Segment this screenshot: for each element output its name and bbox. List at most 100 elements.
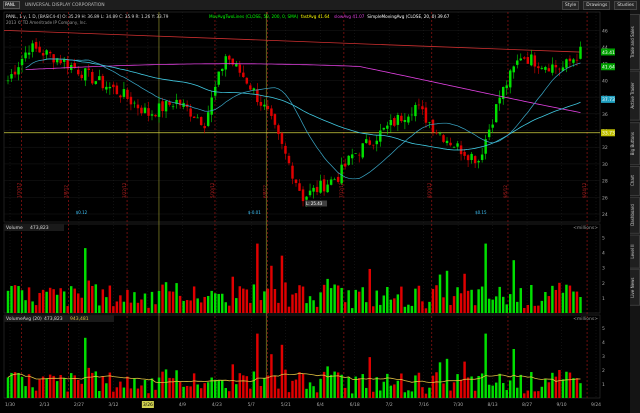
candle-body (161, 101, 164, 112)
candle-body (498, 97, 501, 104)
volavg-bar (301, 373, 305, 398)
volavg-bar (115, 387, 119, 398)
toolbar-style-button[interactable]: Style (561, 1, 580, 10)
volavg-bar (417, 372, 421, 398)
volavg-bar (470, 376, 473, 398)
volavg-units: <millions> (573, 316, 598, 322)
candle-body (463, 151, 466, 156)
event-label: 2/8/12 (63, 185, 68, 198)
sidebar-tab-active-trader[interactable]: Active Trader (629, 71, 640, 121)
volavg-bar (435, 372, 438, 398)
volavg-bar (575, 378, 579, 398)
volume-bar (386, 286, 389, 313)
volavg-bar (568, 372, 572, 398)
volume-bar (13, 285, 17, 313)
volume-bar (523, 307, 526, 313)
candle-body (575, 59, 579, 61)
volavg-bar (551, 372, 554, 398)
sidebar-tab-big-buttons[interactable]: Big Buttons (629, 121, 640, 165)
volavg-bar (530, 372, 533, 398)
volume-bar (280, 255, 284, 313)
volume-bar (73, 288, 76, 313)
volume-bar (365, 302, 368, 313)
volume-bar (62, 291, 66, 313)
candle-body (530, 54, 533, 66)
volume-bar (45, 291, 48, 313)
candle-body (20, 58, 24, 66)
candle-body (435, 132, 438, 134)
volume-bar (20, 290, 24, 313)
candle-body (24, 52, 27, 59)
candle-body (315, 186, 319, 193)
candle-body (66, 58, 69, 69)
volavg-bar (379, 390, 382, 398)
candle-body (540, 67, 544, 69)
volavg-bar (119, 381, 122, 398)
candle-body (365, 139, 368, 143)
candle-body (336, 176, 340, 182)
candle-body (224, 56, 227, 70)
candle-body (393, 118, 396, 126)
volume-bar (544, 292, 547, 313)
volavg-bar (84, 337, 87, 398)
candle-body (537, 66, 540, 69)
x-tick-label: 8/13 (488, 402, 498, 408)
candle-body (452, 147, 456, 148)
sidebar-tab-chart[interactable]: Chart (629, 165, 640, 196)
volavg-bar (361, 374, 364, 398)
sidebar-tab-trade-and-sales[interactable]: Trade and Sales (629, 14, 640, 70)
volavg-bar (484, 333, 487, 398)
volume-bar (263, 291, 266, 313)
volavg-bar (150, 378, 154, 398)
price-tick-label: 32 (602, 145, 608, 151)
volume-bar (540, 300, 544, 313)
volavg-bar (523, 393, 526, 398)
candle-body (27, 52, 31, 55)
volavg-bar (561, 379, 565, 398)
candle-body (400, 115, 403, 122)
volume-tick-label: 4 (602, 340, 605, 346)
volavg-bar (52, 375, 55, 398)
volavg-bar (77, 379, 80, 398)
volume-bar (129, 302, 133, 313)
volume-bar (568, 285, 572, 313)
candle-body (382, 127, 386, 130)
volavg-bar (414, 375, 417, 398)
volavg-bar (178, 382, 182, 398)
candle-body (52, 54, 55, 63)
event-label: 5/10/12 (210, 182, 215, 198)
volume-bar (249, 302, 252, 313)
volume-bar (133, 292, 136, 313)
sidebar-tab-dashboard[interactable]: Dashboard (629, 196, 640, 234)
volavg-bar (192, 373, 196, 398)
volume-bar (84, 248, 87, 313)
toolbar-studies-button[interactable]: Studies (614, 1, 637, 10)
volume-bar (105, 297, 108, 313)
volume-bar (445, 270, 449, 313)
volavg-bar (199, 388, 203, 398)
volavg-bar (547, 382, 551, 398)
volume-bar (554, 289, 558, 313)
candle-body (91, 71, 94, 84)
volume-bar (350, 308, 354, 313)
toolbar-drawings-button[interactable]: Drawings (583, 1, 611, 10)
x-tick-label: 6/4 (317, 402, 324, 408)
volume-bar (66, 306, 69, 313)
volume-bar (235, 298, 238, 313)
volavg-bar (221, 380, 224, 398)
volume-bar (407, 304, 410, 313)
candle-body (350, 154, 354, 159)
candle-body (491, 124, 494, 128)
event-label: 8/10/12 (427, 182, 432, 198)
symbol-input[interactable]: PANL (3, 1, 20, 9)
volume-bar (238, 286, 242, 313)
candle-body (62, 59, 66, 62)
volavg-bar (55, 381, 59, 398)
x-tick-label: 1/30 (5, 402, 15, 408)
candle-body (115, 85, 119, 95)
sidebar-tab-level-ii[interactable]: Level II (629, 234, 640, 269)
volume-bar (252, 284, 256, 313)
sidebar-tab-live-news[interactable]: Live News (629, 269, 640, 306)
volavg-bar (365, 387, 368, 398)
candle-body (245, 77, 249, 84)
